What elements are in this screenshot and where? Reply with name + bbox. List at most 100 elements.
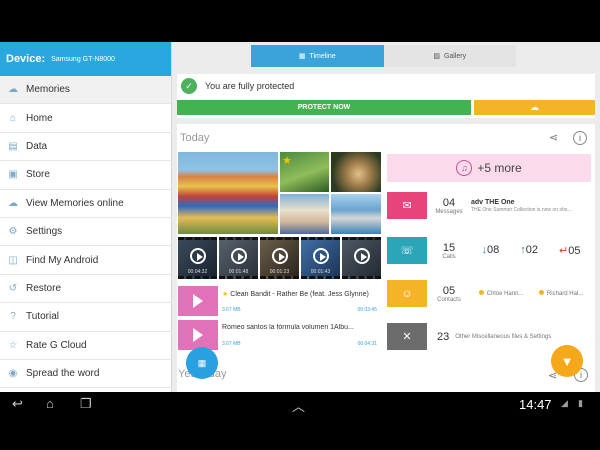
- battery-icon: ▮: [578, 398, 583, 408]
- info-icon[interactable]: i: [573, 131, 587, 145]
- contact-dot: [478, 290, 484, 295]
- video-thumbnail[interactable]: 00:04:32: [178, 237, 217, 279]
- contacts-label: Contacts: [437, 296, 461, 303]
- back-icon[interactable]: ↩: [12, 396, 23, 412]
- calls-label: Calls: [442, 253, 456, 260]
- sidebar-item-label: Restore: [26, 282, 62, 294]
- app-screen: Device: Samsung GT-N8000 ☁ Memories ⌂ Ho…: [0, 42, 600, 392]
- sidebar-item-spread[interactable]: ◉ Spread the word: [0, 360, 171, 389]
- data-icon: ▤: [8, 140, 18, 152]
- megaphone-icon: ◉: [8, 368, 18, 380]
- gallery-icon: ▨: [433, 53, 440, 60]
- video-duration: 00:01:48: [228, 269, 249, 275]
- section-title: Today: [180, 132, 210, 144]
- tab-gallery[interactable]: ▨ Gallery: [383, 45, 516, 67]
- sidebar-item-label: Rate G Cloud: [26, 339, 87, 351]
- chevron-up-icon[interactable]: ︿: [292, 396, 305, 415]
- music-play-button[interactable]: [178, 286, 218, 316]
- incoming-count: 08: [487, 244, 500, 256]
- play-icon: [312, 248, 329, 265]
- cloud-check-icon: ✓: [181, 78, 197, 94]
- cloud-icon: ☁: [8, 84, 18, 96]
- video-thumbnail[interactable]: 00:01:23: [260, 237, 299, 279]
- tab-timeline[interactable]: ▦ Timeline: [251, 45, 384, 67]
- more-label: +5 more: [477, 161, 522, 175]
- music-item[interactable]: Romeo santos la fórmula volumen 1Albu...…: [178, 320, 381, 350]
- calls-row[interactable]: ☏ 15 Calls ↓08 ↑02 ↵05: [387, 237, 591, 264]
- video-strip: 00:04:32 00:01:48 00:01:23 00:01:43: [178, 237, 381, 279]
- video-duration: 00:01:23: [269, 269, 290, 275]
- contacts-row[interactable]: ☺ 05 Contacts Chloe Hann... Richard Hal..…: [387, 280, 591, 307]
- share-icon[interactable]: ⋖: [549, 131, 558, 144]
- star-icon: ★: [282, 155, 292, 167]
- sidebar-item-data[interactable]: ▤ Data: [0, 133, 171, 162]
- message-sender: adv THE One: [471, 198, 515, 206]
- tab-label: Gallery: [443, 52, 467, 60]
- filter-fab[interactable]: ▼: [551, 345, 583, 377]
- music-size: 3.67 MB: [222, 307, 241, 313]
- sidebar-item-tutorial[interactable]: ? Tutorial: [0, 303, 171, 332]
- video-thumbnail[interactable]: 00:01:43: [301, 237, 340, 279]
- photo-thumbnail[interactable]: [331, 152, 381, 192]
- video-thumbnail[interactable]: 00:01:48: [219, 237, 258, 279]
- sidebar: Device: Samsung GT-N8000 ☁ Memories ⌂ Ho…: [0, 42, 172, 392]
- video-thumbnail[interactable]: [342, 237, 381, 279]
- photo-thumbnail[interactable]: [178, 152, 278, 234]
- protect-now-button[interactable]: PROTECT NOW: [177, 100, 471, 115]
- play-icon: [230, 248, 247, 265]
- device-value: Samsung GT-N8000: [51, 55, 115, 63]
- play-icon: [353, 248, 370, 265]
- outgoing-count: 02: [525, 244, 538, 256]
- misc-count: 23: [437, 330, 450, 343]
- star-icon: ★: [222, 291, 229, 298]
- contact-name: Richard Hal...: [546, 291, 584, 297]
- photo-thumbnail[interactable]: [331, 194, 381, 234]
- status-clock: 14:47: [519, 397, 552, 412]
- sidebar-item-restore[interactable]: ↺ Restore: [0, 275, 171, 304]
- tools-icon: ✕: [387, 323, 427, 350]
- sidebar-item-settings[interactable]: ⚙ Settings: [0, 218, 171, 247]
- recent-apps-icon[interactable]: ❐: [80, 396, 92, 412]
- sidebar-item-label: Store: [26, 169, 50, 181]
- contact-icon: ☺: [387, 280, 427, 307]
- sidebar-item-label: Data: [26, 140, 48, 152]
- home-icon[interactable]: ⌂: [46, 396, 54, 411]
- wifi-icon: ◢: [561, 398, 568, 408]
- sidebar-item-label: Spread the word: [26, 368, 100, 380]
- photo-thumbnail[interactable]: [280, 194, 329, 234]
- contact-name: Chloe Hann...: [486, 291, 524, 297]
- more-button[interactable]: ♫ +5 more: [387, 154, 591, 182]
- sidebar-item-label: Settings: [26, 226, 63, 238]
- protection-card: ✓ You are fully protected PROTECT NOW ☁: [177, 74, 595, 118]
- missed-count: 05: [568, 245, 581, 257]
- view-tabs: ▦ Timeline ▨ Gallery: [251, 45, 516, 67]
- play-icon: [271, 248, 288, 265]
- message-preview: THE One Summer Collection is now on sho.…: [471, 206, 572, 213]
- sidebar-item-memories[interactable]: ☁ Memories: [0, 76, 171, 105]
- sidebar-item-label: Home: [26, 112, 53, 124]
- music-item[interactable]: ★ Clean Bandit - Rather Be (feat. Jess Gl…: [178, 286, 381, 316]
- device-label: Device:: [6, 53, 46, 65]
- settings-icon: ⚙: [8, 226, 18, 238]
- music-title: Romeo santos la fórmula volumen 1Albu...: [222, 324, 354, 331]
- messages-count: 04: [442, 196, 456, 209]
- contact-dot: [538, 290, 544, 295]
- main-content: ▦ Timeline ▨ Gallery ✓ You are fully pro…: [172, 42, 600, 392]
- sidebar-item-find-my-android[interactable]: ◫ Find My Android: [0, 246, 171, 275]
- calendar-icon: ▦: [197, 357, 207, 368]
- missed-call-icon: ↵: [559, 245, 569, 257]
- sidebar-item-label: Memories: [26, 84, 70, 96]
- sidebar-item-rate[interactable]: ☆ Rate G Cloud: [0, 332, 171, 360]
- system-nav-bar: ↩ ⌂ ❐ ︿ 14:47 ◢ ▮: [0, 392, 600, 417]
- video-duration: 00:04:32: [187, 269, 208, 275]
- help-icon: ?: [10, 311, 16, 323]
- music-size: 3.67 MB: [222, 341, 241, 347]
- photo-grid: ★: [178, 152, 381, 234]
- sidebar-item-view-online[interactable]: ☁ View Memories online: [0, 190, 171, 218]
- music-play-button[interactable]: [178, 320, 218, 350]
- calendar-fab[interactable]: ▦: [186, 347, 218, 379]
- sidebar-item-store[interactable]: ▣ Store: [0, 161, 171, 190]
- messages-row[interactable]: ✉ 04 Messages adv THE One THE One Summer C…: [387, 192, 591, 219]
- cloud-upload-button[interactable]: ☁: [474, 100, 595, 115]
- sidebar-item-home[interactable]: ⌂ Home: [0, 104, 171, 133]
